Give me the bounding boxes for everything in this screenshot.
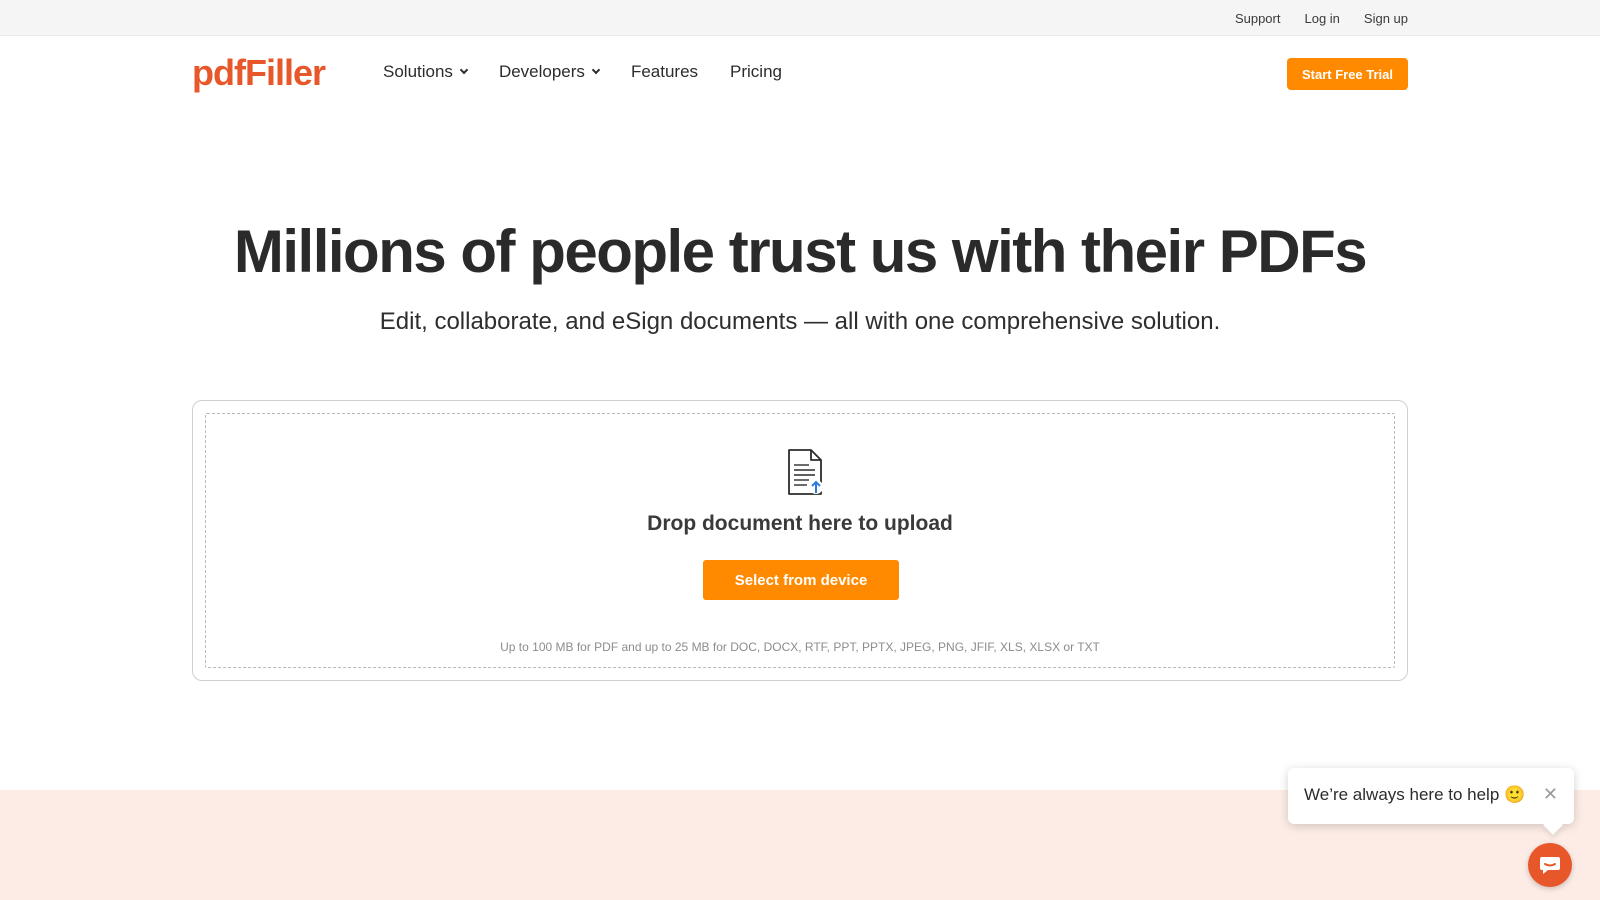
nav-menu: Solutions Developers Features Pricing: [383, 62, 782, 82]
chat-greeting-text: We’re always here to help 🙂: [1304, 785, 1526, 804]
start-free-trial-button[interactable]: Start Free Trial: [1287, 58, 1408, 90]
nav-item-features[interactable]: Features: [631, 62, 698, 82]
nav-item-label: Developers: [498, 62, 585, 81]
chat-icon: [1540, 857, 1560, 874]
hero-subtitle: Edit, collaborate, and eSign documents —…: [379, 308, 1221, 335]
close-icon[interactable]: ✕: [1543, 784, 1558, 804]
nav-item-solutions[interactable]: Solutions: [383, 62, 469, 82]
drop-instruction: Drop document here to upload: [647, 512, 953, 535]
login-link[interactable]: Log in: [1304, 11, 1339, 26]
document-upload-icon: [788, 449, 823, 495]
chevron-down-icon: [459, 65, 469, 75]
nav-item-label: Features: [630, 62, 699, 81]
top-utility-bar: Support Log in Sign up: [0, 0, 1600, 36]
file-size-limits: Up to 100 MB for PDF and up to 25 MB for…: [500, 640, 1100, 654]
chat-greeting-popup: We’re always here to help 🙂 ✕: [1288, 768, 1574, 824]
utility-links: Support Log in Sign up: [1235, 0, 1408, 36]
nav-item-label: Solutions: [383, 62, 453, 81]
select-from-device-button[interactable]: Select from device: [703, 560, 899, 600]
nav-item-pricing[interactable]: Pricing: [730, 62, 782, 82]
drop-zone[interactable]: Drop document here to upload Select from…: [205, 413, 1395, 668]
nav-item-label: Pricing: [730, 62, 782, 81]
main-navigation: pdfFiller Solutions Developers Features …: [0, 36, 1600, 111]
pdffiller-logo[interactable]: pdfFiller: [192, 54, 326, 92]
hero-title: Millions of people trust us with their P…: [233, 218, 1368, 285]
nav-item-developers[interactable]: Developers: [498, 62, 601, 82]
chevron-down-icon: [591, 65, 601, 75]
support-link[interactable]: Support: [1235, 11, 1281, 26]
signup-link[interactable]: Sign up: [1364, 11, 1408, 26]
chat-launcher-button[interactable]: [1528, 843, 1572, 887]
upload-panel: Drop document here to upload Select from…: [192, 400, 1408, 681]
